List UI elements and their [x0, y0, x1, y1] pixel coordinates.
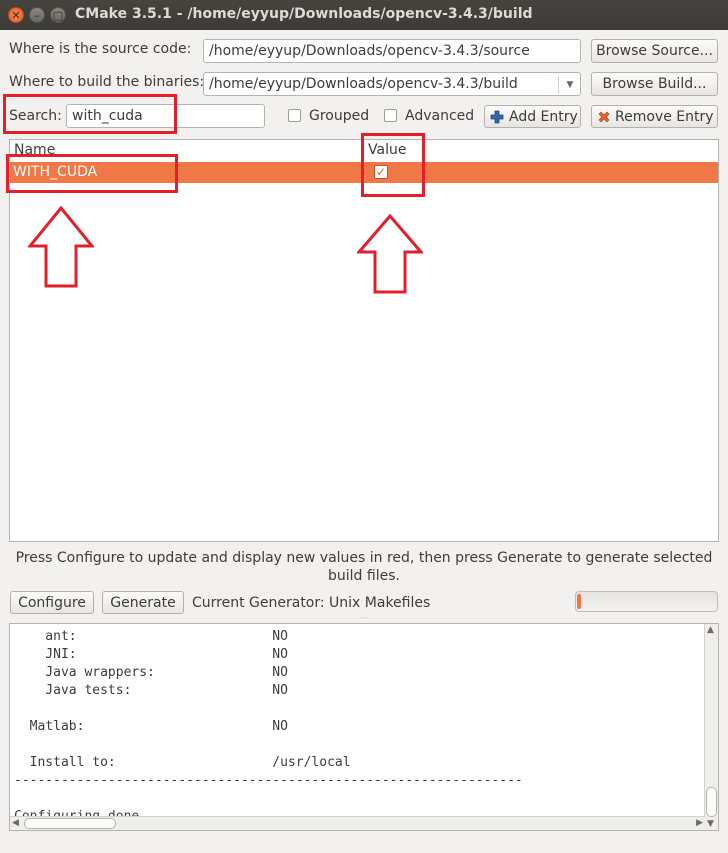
- scroll-up-icon[interactable]: ▲: [707, 625, 714, 635]
- chevron-down-icon[interactable]: ▼: [558, 76, 581, 94]
- remove-entry-label: Remove Entry: [615, 109, 714, 125]
- progress-bar: [575, 591, 718, 612]
- horizontal-scroll-thumb[interactable]: [24, 818, 116, 829]
- remove-entry-button[interactable]: Remove Entry: [591, 105, 718, 128]
- source-path-input[interactable]: /home/eyyup/Downloads/opencv-3.4.3/sourc…: [203, 39, 581, 63]
- scroll-right-icon[interactable]: ▶: [696, 818, 703, 828]
- output-log: ant: NO JNI: NO Java wrappers: NO Java t…: [9, 623, 719, 831]
- build-label: Where to build the binaries:: [9, 74, 205, 90]
- grouped-checkbox[interactable]: [288, 109, 301, 122]
- splitter-handle[interactable]: ⋯: [356, 615, 372, 622]
- annotation-arrow-up-right: [357, 214, 423, 294]
- add-entry-label: Add Entry: [509, 109, 578, 125]
- add-entry-button[interactable]: Add Entry: [484, 105, 581, 128]
- minimize-window-icon[interactable]: –: [29, 7, 45, 23]
- build-path-value: /home/eyyup/Downloads/opencv-3.4.3/build: [209, 76, 518, 92]
- configure-button[interactable]: Configure: [10, 591, 94, 614]
- annotation-box-name: [6, 154, 178, 193]
- close-window-icon[interactable]: ✕: [8, 7, 24, 23]
- scroll-left-icon[interactable]: ◀: [12, 818, 19, 828]
- browse-source-button[interactable]: Browse Source...: [591, 39, 718, 63]
- output-log-text: ant: NO JNI: NO Java wrappers: NO Java t…: [14, 629, 523, 824]
- annotation-box-search: [3, 94, 177, 134]
- maximize-window-icon[interactable]: □: [50, 7, 66, 23]
- output-horizontal-scrollbar[interactable]: ◀ ▶: [10, 816, 705, 830]
- configure-hint-text: Press Configure to update and display ne…: [15, 550, 713, 584]
- output-vertical-scrollbar[interactable]: ▲ ▼: [704, 624, 718, 830]
- source-label: Where is the source code:: [9, 41, 192, 57]
- scroll-down-icon[interactable]: ▼: [707, 819, 714, 829]
- advanced-checkbox[interactable]: [384, 109, 397, 122]
- vertical-scroll-thumb[interactable]: [706, 787, 717, 817]
- window-title: CMake 3.5.1 - /home/eyyup/Downloads/open…: [75, 6, 533, 22]
- remove-icon: [597, 109, 611, 123]
- plus-icon: [490, 109, 504, 124]
- annotation-arrow-up-left: [28, 206, 94, 288]
- progress-fill: [577, 594, 581, 609]
- generate-button[interactable]: Generate: [102, 591, 184, 614]
- cache-table: Name Value WITH_CUDA ✓: [9, 139, 719, 542]
- grouped-label: Grouped: [309, 108, 370, 124]
- browse-build-button[interactable]: Browse Build...: [591, 72, 718, 96]
- build-path-combobox[interactable]: /home/eyyup/Downloads/opencv-3.4.3/build: [203, 72, 581, 96]
- annotation-box-value: [361, 133, 425, 197]
- title-bar: ✕ – □ CMake 3.5.1 - /home/eyyup/Download…: [0, 0, 728, 30]
- advanced-label: Advanced: [405, 108, 475, 124]
- current-generator-text: Current Generator: Unix Makefiles: [192, 595, 431, 611]
